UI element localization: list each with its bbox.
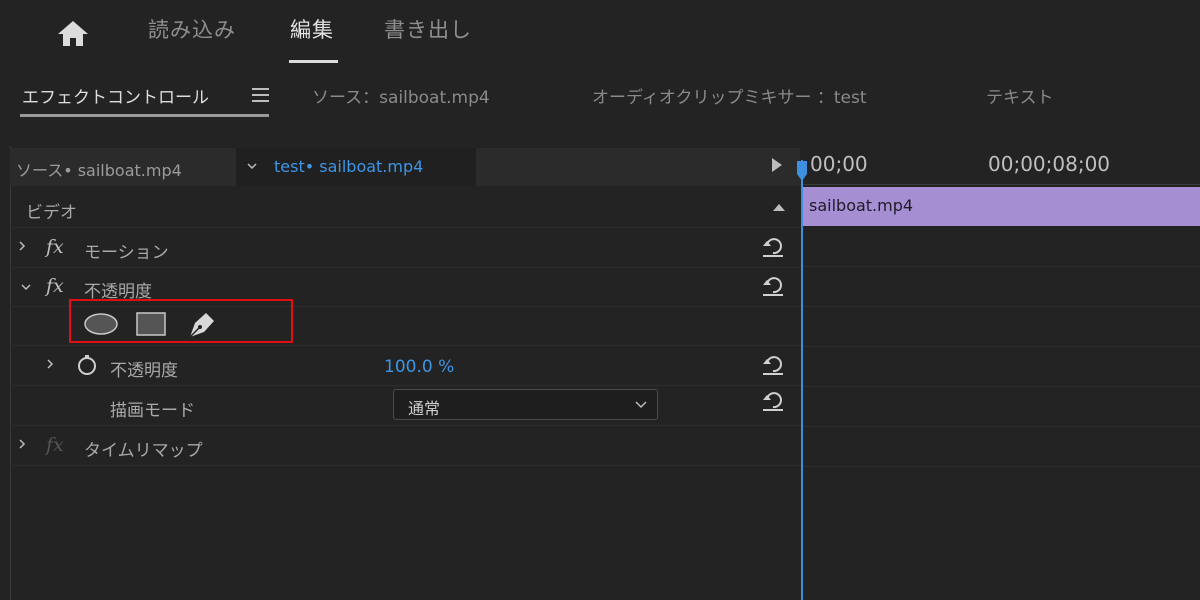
reset-icon[interactable] <box>760 273 786 297</box>
show-timeline-toggle-icon[interactable] <box>772 158 782 172</box>
clip-header: ソース• sailboat.mp4 test• sailboat.mp4 <box>10 148 800 186</box>
sequence-clip-tab[interactable]: test• sailboat.mp4 <box>236 148 476 186</box>
timeline-row-divider <box>803 426 1200 427</box>
tab-effect-controls[interactable]: エフェクトコントロール <box>22 83 209 108</box>
tab-export[interactable]: 書き出し <box>384 14 472 44</box>
effect-row-time-remap[interactable]: fx タイムリマップ <box>10 426 800 466</box>
tab-audio-clip-mixer[interactable]: オーディオクリップミキサー ：test <box>592 83 867 108</box>
tab-edit[interactable]: 編集 <box>290 14 334 44</box>
source-clip-label[interactable]: ソース• sailboat.mp4 <box>16 157 182 181</box>
fx-icon[interactable]: fx <box>46 236 64 258</box>
motion-label: モーション <box>84 243 169 263</box>
fx-icon[interactable]: fx <box>46 275 64 297</box>
timeline-row-divider <box>803 386 1200 387</box>
chevron-right-icon[interactable] <box>16 438 28 450</box>
reset-icon[interactable] <box>760 352 786 376</box>
chevron-right-icon[interactable] <box>16 240 28 252</box>
clip-bar[interactable]: sailboat.mp4 <box>803 187 1200 226</box>
panel-menu-icon[interactable] <box>252 88 269 102</box>
chevron-down-icon <box>635 401 647 409</box>
blend-mode-select[interactable]: 通常 <box>393 389 658 420</box>
active-tab-indicator <box>289 60 338 63</box>
blend-mode-value: 通常 <box>408 399 441 418</box>
effect-controls-tab-indicator <box>20 114 269 117</box>
collapse-up-icon[interactable] <box>772 202 786 212</box>
time-remap-label: タイムリマップ <box>84 441 203 461</box>
panel-tab-bar: エフェクトコントロール ソース：sailboat.mp4 オーディオクリップミキ… <box>0 64 1200 124</box>
chevron-down-icon <box>247 163 257 170</box>
playhead-icon[interactable] <box>796 160 808 182</box>
tab-source-monitor[interactable]: ソース：sailboat.mp4 <box>312 83 490 108</box>
video-section-header[interactable]: ビデオ <box>10 188 800 228</box>
clip-name: sailboat.mp4 <box>809 196 914 215</box>
ellipse-mask-icon[interactable] <box>82 312 120 336</box>
effect-row-motion[interactable]: fx モーション <box>10 228 800 268</box>
timecode-start: 00;00 <box>810 152 868 176</box>
fx-icon: fx <box>46 434 64 456</box>
chevron-right-icon[interactable] <box>44 358 56 370</box>
video-section-label: ビデオ <box>26 203 77 223</box>
stopwatch-icon[interactable] <box>76 354 98 376</box>
timeline-row-divider <box>803 266 1200 267</box>
timeline-row-divider <box>803 466 1200 467</box>
sequence-clip-label: test• sailboat.mp4 <box>274 157 424 176</box>
workspace-bar: 読み込み 編集 書き出し <box>0 0 1200 64</box>
effect-timeline[interactable]: 00;00 00;00;08;00 sailboat.mp4 <box>797 146 1200 600</box>
opacity-property-label: 不透明度 <box>110 361 178 381</box>
blend-mode-label: 描画モード <box>110 401 195 421</box>
tab-text[interactable]: テキスト <box>986 83 1054 108</box>
timeline-row-divider <box>803 346 1200 347</box>
reset-icon[interactable] <box>760 388 786 412</box>
rectangle-mask-icon[interactable] <box>134 311 168 337</box>
chevron-down-icon[interactable] <box>20 281 32 293</box>
opacity-value[interactable]: 100.0 % <box>384 357 454 377</box>
timeline-row-divider <box>803 306 1200 307</box>
time-ruler[interactable] <box>800 184 1200 185</box>
reset-icon[interactable] <box>760 234 786 258</box>
tab-import[interactable]: 読み込み <box>148 14 236 44</box>
timecode-mark: 00;00;08;00 <box>988 152 1111 176</box>
pen-mask-icon[interactable] <box>186 309 218 339</box>
playhead-line[interactable] <box>801 160 803 600</box>
home-icon[interactable] <box>54 18 92 48</box>
